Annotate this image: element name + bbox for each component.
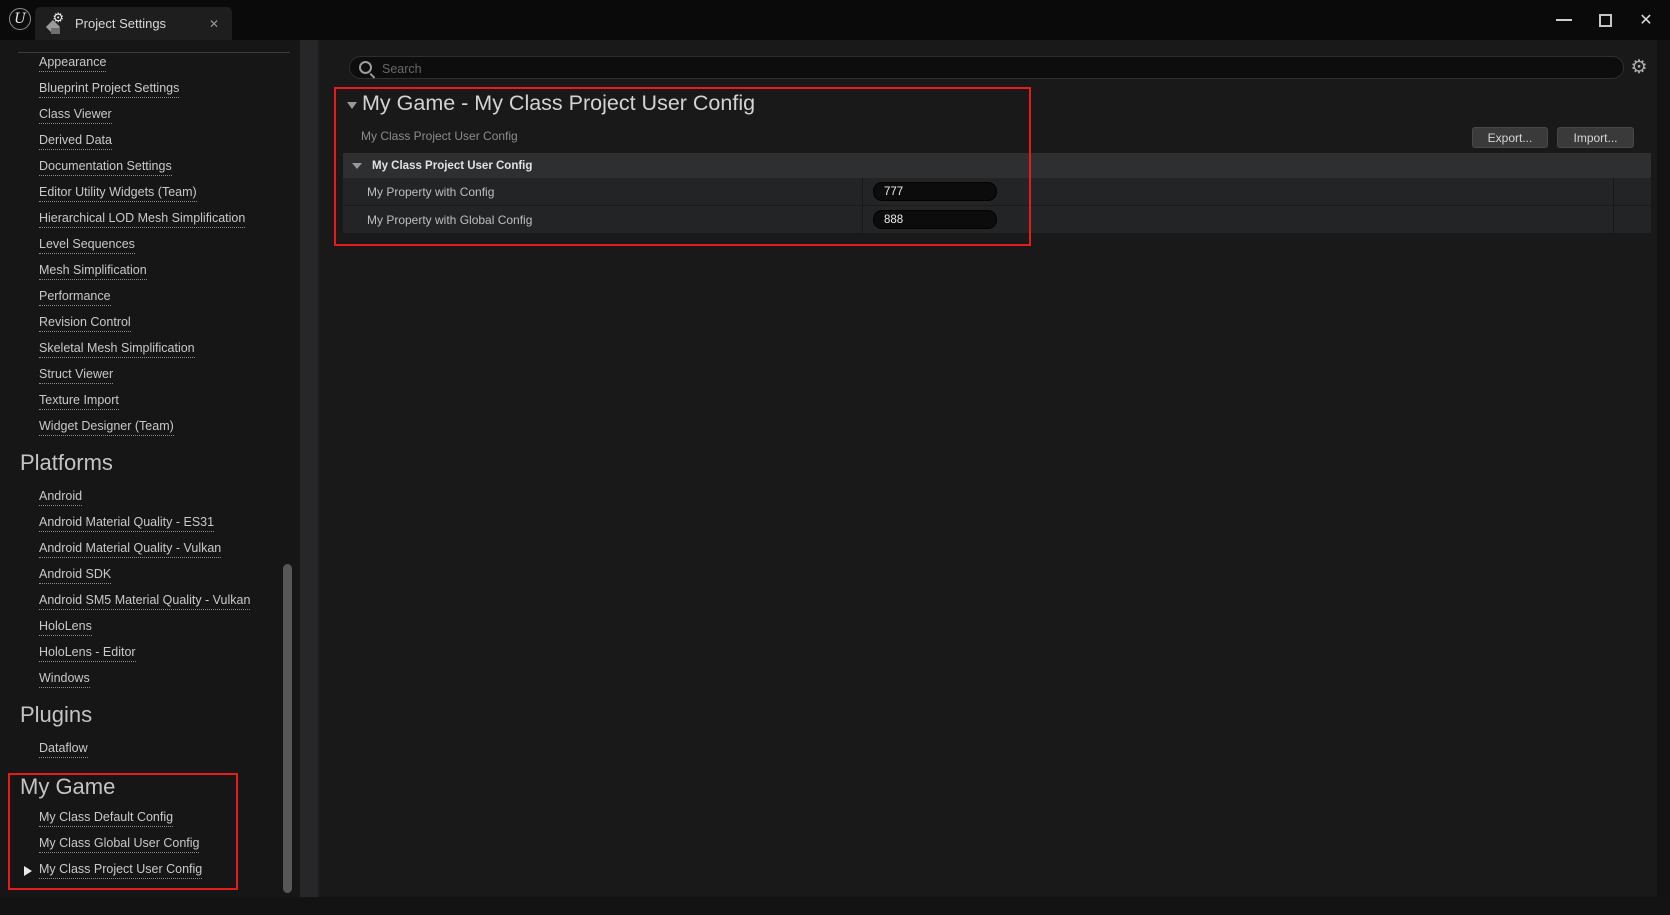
tab-project-settings[interactable]: ⚙ Project Settings ✕ bbox=[35, 7, 232, 40]
search-bar bbox=[349, 56, 1624, 79]
sidebar-item-my-class-global-user-config[interactable]: My Class Global User Config bbox=[0, 832, 300, 858]
export-button[interactable]: Export... bbox=[1472, 127, 1548, 148]
titlebar: U ⚙ Project Settings ✕ ✕ bbox=[0, 0, 1670, 40]
category-header[interactable]: My Class Project User Config bbox=[343, 153, 1651, 178]
property-label: My Property with Global Config bbox=[367, 213, 532, 227]
sidebar-item-struct-viewer[interactable]: Struct Viewer bbox=[0, 363, 300, 389]
sidebar-item-class-viewer[interactable]: Class Viewer bbox=[0, 103, 300, 129]
settings-main-panel: ⚙ My Game - My Class Project User Config… bbox=[320, 40, 1657, 897]
property-value-input[interactable] bbox=[873, 210, 997, 229]
property-row-global-config: My Property with Global Config bbox=[343, 206, 1651, 234]
sidebar-item-android-material-quality-es31[interactable]: Android Material Quality - ES31 bbox=[0, 511, 300, 537]
sidebar-item-performance[interactable]: Performance bbox=[0, 285, 300, 311]
sidebar-scrollbar[interactable] bbox=[283, 564, 292, 893]
page-subtitle: My Class Project User Config bbox=[361, 129, 518, 143]
sidebar-item-android[interactable]: Android bbox=[0, 485, 300, 511]
sidebar-item-texture-import[interactable]: Texture Import bbox=[0, 389, 300, 415]
sidebar-item-android-material-quality-vulkan[interactable]: Android Material Quality - Vulkan bbox=[0, 537, 300, 563]
property-row-config: My Property with Config bbox=[343, 178, 1651, 206]
property-label: My Property with Config bbox=[367, 185, 494, 199]
search-icon bbox=[359, 61, 372, 74]
page-header-expander-icon[interactable] bbox=[347, 102, 357, 109]
sidebar-item-hierarchical-lod-mesh-simplification[interactable]: Hierarchical LOD Mesh Simplification bbox=[0, 207, 300, 233]
column-divider bbox=[1613, 178, 1614, 205]
project-settings-window: U ⚙ Project Settings ✕ ✕ Appearance Blue… bbox=[0, 0, 1670, 915]
sidebar-item-dataflow[interactable]: Dataflow bbox=[0, 737, 300, 763]
sidebar-item-android-sm5-material-quality-vulkan[interactable]: Android SM5 Material Quality - Vulkan bbox=[0, 589, 300, 615]
sidebar-item-level-sequences[interactable]: Level Sequences bbox=[0, 233, 300, 259]
sidebar-item-hololens-editor[interactable]: HoloLens - Editor bbox=[0, 641, 300, 667]
tab-label: Project Settings bbox=[75, 16, 166, 31]
minimize-icon bbox=[1556, 19, 1572, 21]
panel-splitter[interactable] bbox=[300, 40, 318, 897]
sidebar-item-appearance[interactable]: Appearance bbox=[0, 51, 300, 77]
settings-sidebar: Appearance Blueprint Project Settings Cl… bbox=[0, 40, 300, 897]
close-icon: ✕ bbox=[1639, 10, 1652, 30]
page-title: My Game - My Class Project User Config bbox=[362, 91, 755, 116]
tab-close-icon[interactable]: ✕ bbox=[206, 15, 222, 33]
property-value-input[interactable] bbox=[873, 182, 997, 201]
sidebar-header-platforms: Platforms bbox=[0, 450, 300, 476]
sidebar-item-android-sdk[interactable]: Android SDK bbox=[0, 563, 300, 589]
maximize-icon bbox=[1599, 14, 1612, 27]
sidebar-item-hololens[interactable]: HoloLens bbox=[0, 615, 300, 641]
sidebar-item-editor-utility-widgets-team[interactable]: Editor Utility Widgets (Team) bbox=[0, 181, 300, 207]
unreal-engine-logo-icon: U bbox=[9, 8, 31, 30]
sidebar-item-my-class-project-user-config[interactable]: My Class Project User Config bbox=[0, 858, 300, 884]
search-input[interactable] bbox=[380, 58, 1614, 79]
category-expander-icon bbox=[352, 163, 362, 169]
settings-gear-button[interactable]: ⚙ bbox=[1628, 57, 1650, 79]
sidebar-item-revision-control[interactable]: Revision Control bbox=[0, 311, 300, 337]
selected-item-arrow-icon bbox=[24, 866, 32, 876]
sidebar-item-my-class-default-config[interactable]: My Class Default Config bbox=[0, 806, 300, 832]
window-right-edge bbox=[1657, 40, 1670, 897]
sidebar-nav: Appearance Blueprint Project Settings Cl… bbox=[0, 51, 300, 884]
sidebar-header-my-game: My Game bbox=[0, 774, 300, 800]
import-button[interactable]: Import... bbox=[1557, 127, 1634, 148]
maximize-button[interactable] bbox=[1588, 0, 1622, 40]
sidebar-item-blueprint-project-settings[interactable]: Blueprint Project Settings bbox=[0, 77, 300, 103]
sidebar-item-widget-designer-team[interactable]: Widget Designer (Team) bbox=[0, 415, 300, 441]
sidebar-item-skeletal-mesh-simplification[interactable]: Skeletal Mesh Simplification bbox=[0, 337, 300, 363]
close-button[interactable]: ✕ bbox=[1629, 0, 1663, 40]
gear-icon: ⚙ bbox=[1630, 57, 1647, 78]
column-divider[interactable] bbox=[862, 178, 863, 205]
project-settings-icon: ⚙ bbox=[45, 14, 65, 34]
sidebar-header-plugins: Plugins bbox=[0, 702, 300, 728]
window-bottom-edge bbox=[0, 897, 1670, 915]
column-divider bbox=[1613, 206, 1614, 233]
sidebar-item-mesh-simplification[interactable]: Mesh Simplification bbox=[0, 259, 300, 285]
minimize-button[interactable] bbox=[1547, 0, 1581, 40]
sidebar-item-documentation-settings[interactable]: Documentation Settings bbox=[0, 155, 300, 181]
category-title: My Class Project User Config bbox=[372, 160, 532, 172]
sidebar-item-derived-data[interactable]: Derived Data bbox=[0, 129, 300, 155]
column-divider[interactable] bbox=[862, 206, 863, 233]
sidebar-item-windows[interactable]: Windows bbox=[0, 667, 300, 693]
property-rows: My Property with Config My Property with… bbox=[343, 178, 1651, 234]
